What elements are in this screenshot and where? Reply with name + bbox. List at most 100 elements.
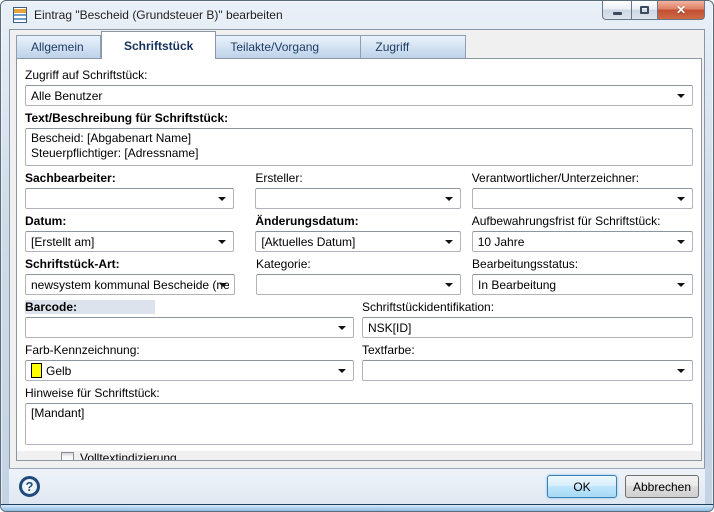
kategorie-combobox[interactable] [256, 274, 461, 295]
minimize-icon [613, 12, 622, 15]
window-title: Eintrag "Bescheid (Grundsteuer B)" bearb… [34, 8, 283, 22]
field-textfarbe: Textfarbe: [362, 343, 693, 381]
minimize-button[interactable] [602, 1, 631, 20]
hinweise-textarea[interactable]: [Mandant] [25, 403, 693, 445]
dialog-client-area: Allgemein Schriftstück Teilakte/Vorgang … [9, 29, 705, 504]
dropdown-arrow-icon [218, 240, 226, 244]
dropdown-arrow-icon [338, 369, 346, 373]
textfarbe-combobox[interactable] [362, 360, 693, 381]
sachbearbeiter-combobox[interactable] [25, 188, 234, 209]
close-icon: ✕ [676, 3, 686, 17]
form: Zugriff auf Schriftstück: Alle Benutzer … [17, 59, 701, 445]
barcode-label: Barcode: [25, 300, 155, 314]
ok-label: OK [573, 480, 590, 494]
row-datum: Datum: [Erstellt am] Änderungsdatum: [Ak… [25, 214, 693, 252]
footer-buttons: OK Abbrechen [547, 475, 699, 498]
dropdown-arrow-icon [338, 326, 346, 330]
window-bottom-frame [1, 504, 713, 511]
dialog-footer: ? OK Abbrechen [9, 468, 705, 504]
schriftstueck-art-combobox[interactable]: newsystem kommunal Bescheide (newsy [25, 274, 235, 295]
color-swatch-icon [31, 363, 42, 378]
sachbearbeiter-label: Sachbearbeiter: [25, 171, 234, 185]
tab-label: Teilakte/Vorgang [230, 40, 319, 54]
cancel-button[interactable]: Abbrechen [625, 475, 699, 498]
field-identifikation: Schriftstückidentifikation: NSK[ID] [362, 300, 693, 338]
beschreibung-textarea[interactable]: Bescheid: [Abgabenart Name] Steuerpflich… [25, 128, 693, 166]
tab-label: Allgemein [31, 40, 84, 54]
ersteller-label: Ersteller: [255, 171, 460, 185]
dialog-window: Eintrag "Bescheid (Grundsteuer B)" bearb… [0, 0, 714, 512]
zugriff-combobox[interactable]: Alle Benutzer [25, 85, 693, 106]
aenderungsdatum-value: [Aktuelles Datum] [261, 235, 454, 249]
field-barcode: Barcode: [25, 300, 354, 338]
datum-combobox[interactable]: [Erstellt am] [25, 231, 234, 252]
dropdown-arrow-icon [445, 240, 453, 244]
field-datum: Datum: [Erstellt am] [25, 214, 234, 252]
zugriff-value: Alle Benutzer [31, 89, 687, 103]
tab-label: Zugriff [375, 40, 409, 54]
hinweise-label: Hinweise für Schriftstück: [25, 386, 693, 400]
tab-allgemein[interactable]: Allgemein [16, 35, 101, 58]
maximize-button[interactable] [631, 1, 658, 20]
field-verantwortlicher: Verantwortlicher/Unterzeichner: [472, 171, 693, 209]
tab-strip: Allgemein Schriftstück Teilakte/Vorgang … [16, 30, 704, 58]
ersteller-combobox[interactable] [255, 188, 460, 209]
ok-button[interactable]: OK [547, 475, 617, 498]
tab-zugriff[interactable]: Zugriff [361, 35, 466, 58]
maximize-icon [640, 6, 649, 14]
tab-teilakte-vorgang[interactable]: Teilakte/Vorgang [216, 35, 361, 58]
schriftstueck-art-value: newsystem kommunal Bescheide (newsy [31, 278, 229, 292]
document-icon [13, 7, 27, 23]
help-button[interactable]: ? [19, 476, 40, 497]
verantwortlicher-combobox[interactable] [472, 188, 693, 209]
bearbeitungsstatus-label: Bearbeitungsstatus: [472, 257, 693, 271]
farbkennzeichnung-value: Gelb [46, 364, 348, 378]
row-art: Schriftstück-Art: newsystem kommunal Bes… [25, 257, 693, 295]
identifikation-label: Schriftstückidentifikation: [362, 300, 693, 314]
aenderungsdatum-label: Änderungsdatum: [255, 214, 460, 228]
kategorie-label: Kategorie: [256, 257, 461, 271]
identifikation-input[interactable]: NSK[ID] [362, 317, 693, 338]
field-bearbeitungsstatus: Bearbeitungsstatus: In Bearbeitung [472, 257, 693, 295]
farbkennzeichnung-combobox[interactable]: Gelb [25, 360, 354, 381]
volltext-row: Volltextindizierung [17, 451, 701, 461]
volltext-checkbox[interactable] [61, 452, 74, 462]
field-ersteller: Ersteller: [255, 171, 460, 209]
verantwortlicher-label: Verantwortlicher/Unterzeichner: [472, 171, 693, 185]
row-farben: Farb-Kennzeichnung: Gelb Textfarbe: [25, 343, 693, 381]
schriftstueck-art-label: Schriftstück-Art: [25, 257, 235, 271]
aenderungsdatum-combobox[interactable]: [Aktuelles Datum] [255, 231, 460, 252]
row-barcode: Barcode: Schriftstückidentifikation: NSK… [25, 300, 693, 338]
field-schriftstueck-art: Schriftstück-Art: newsystem kommunal Bes… [25, 257, 235, 295]
dropdown-arrow-icon [677, 240, 685, 244]
textfarbe-label: Textfarbe: [362, 343, 693, 357]
volltext-label: Volltextindizierung [80, 451, 177, 461]
close-button[interactable]: ✕ [658, 1, 705, 20]
dropdown-arrow-icon [219, 283, 227, 287]
dropdown-arrow-icon [677, 283, 685, 287]
field-zugriff: Zugriff auf Schriftstück: Alle Benutzer [25, 68, 693, 106]
field-aufbewahrungsfrist: Aufbewahrungsfrist für Schriftstück: 10 … [472, 214, 693, 252]
identifikation-value: NSK[ID] [368, 321, 687, 335]
barcode-combobox[interactable] [25, 317, 354, 338]
row-bearbeiter: Sachbearbeiter: Ersteller: [25, 171, 693, 209]
beschreibung-label: Text/Beschreibung für Schriftstück: [25, 111, 693, 125]
field-sachbearbeiter: Sachbearbeiter: [25, 171, 234, 209]
field-beschreibung: Text/Beschreibung für Schriftstück: Besc… [25, 111, 693, 166]
aufbewahrungsfrist-label: Aufbewahrungsfrist für Schriftstück: [472, 214, 693, 228]
tab-label: Schriftstück [124, 39, 193, 53]
dropdown-arrow-icon [445, 283, 453, 287]
window-controls: ✕ [602, 1, 705, 20]
field-aenderungsdatum: Änderungsdatum: [Aktuelles Datum] [255, 214, 460, 252]
dropdown-arrow-icon [677, 197, 685, 201]
farbkennzeichnung-label: Farb-Kennzeichnung: [25, 343, 354, 357]
dropdown-arrow-icon [445, 197, 453, 201]
field-farbkennzeichnung: Farb-Kennzeichnung: Gelb [25, 343, 354, 381]
aufbewahrungsfrist-combobox[interactable]: 10 Jahre [472, 231, 693, 252]
tab-page-schriftstueck: Zugriff auf Schriftstück: Alle Benutzer … [16, 58, 702, 461]
datum-value: [Erstellt am] [31, 235, 228, 249]
tab-schriftstueck[interactable]: Schriftstück [101, 31, 216, 59]
bearbeitungsstatus-combobox[interactable]: In Bearbeitung [472, 274, 693, 295]
field-hinweise: Hinweise für Schriftstück: [Mandant] [25, 386, 693, 445]
datum-label: Datum: [25, 214, 234, 228]
